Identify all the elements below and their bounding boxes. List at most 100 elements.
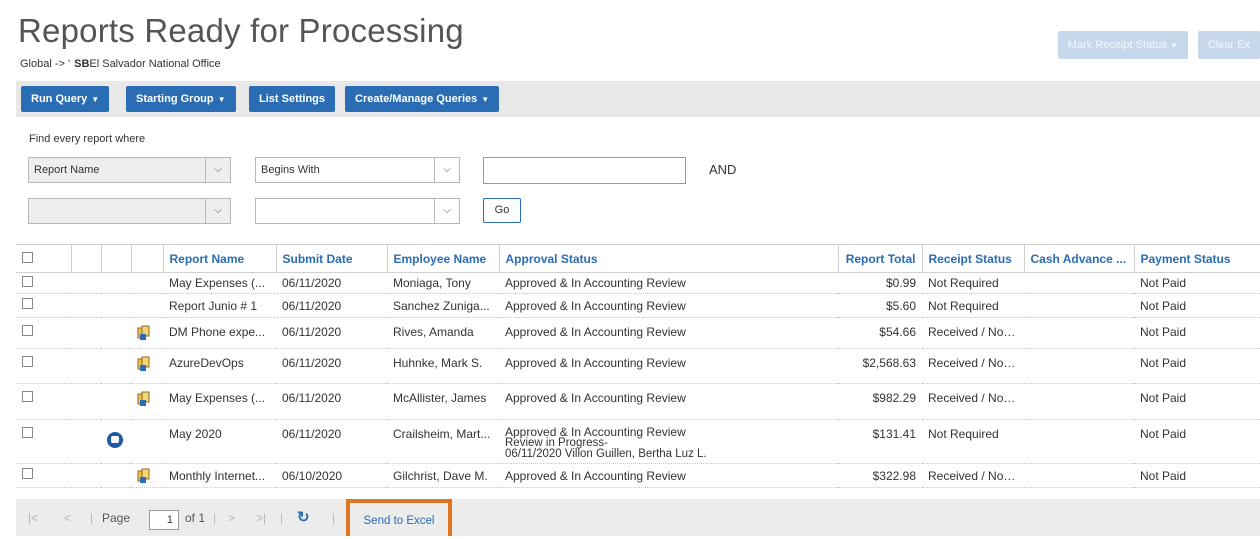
create-manage-queries-button[interactable]: Create/Manage Queries ▼ [345, 86, 500, 112]
total-cell: $982.29 [838, 383, 922, 420]
employee-cell: Huhnke, Mark S. [387, 348, 499, 384]
field-select-2[interactable]: ⌵ [28, 198, 231, 224]
icon-cell [71, 419, 101, 464]
icon-cell [71, 348, 101, 384]
icon-column-header [130, 244, 163, 273]
table-row[interactable]: May Expenses (... 06/11/2020 McAllister,… [16, 383, 1260, 420]
breadcrumb-office[interactable]: El Salvador National Office [89, 58, 220, 70]
caret-down-icon: ▼ [1169, 41, 1178, 50]
receipt-icon[interactable] [137, 356, 150, 371]
report-name-cell[interactable]: Monthly Internet... [163, 463, 276, 488]
icon-cell [71, 272, 101, 294]
cash-advance-cell [1024, 272, 1134, 294]
table-row[interactable]: May Expenses (... 06/11/2020 Moniaga, To… [16, 272, 1260, 294]
report-name-cell[interactable]: May Expenses (... [163, 272, 276, 294]
row-checkbox[interactable] [22, 391, 33, 402]
row-select-cell [16, 348, 71, 384]
total-cell: $2,568.63 [838, 348, 922, 384]
report-name-cell[interactable]: DM Phone expe... [163, 317, 276, 349]
submit-date-cell: 06/11/2020 [276, 272, 387, 294]
run-query-button[interactable]: Run Query ▼ [21, 86, 110, 112]
receipt-cell: Received / Not ... [922, 317, 1024, 349]
payment-cell: Not Paid [1134, 463, 1260, 488]
report-name-cell[interactable]: May 2020 [163, 419, 276, 464]
first-page-icon[interactable]: |< [28, 511, 38, 525]
submit-date-cell: 06/11/2020 [276, 317, 387, 349]
icon-cell [101, 348, 131, 384]
icon-cell [101, 383, 131, 420]
separator: | [332, 511, 336, 525]
col-submit-date[interactable]: Submit Date [275, 244, 387, 273]
row-checkbox[interactable] [22, 356, 33, 367]
next-page-icon[interactable]: > [228, 511, 235, 525]
list-settings-button[interactable]: List Settings [249, 86, 336, 112]
row-select-cell [16, 383, 71, 420]
chevron-down-icon: ⌵ [205, 199, 230, 223]
page-count-label: of 1 [185, 511, 206, 525]
page-title: Reports Ready for Processing [18, 12, 464, 49]
table-row[interactable]: AzureDevOps 06/11/2020 Huhnke, Mark S. A… [16, 348, 1260, 384]
row-checkbox[interactable] [22, 468, 33, 479]
grid-header-row: Report Name Submit Date Employee Name Ap… [16, 244, 1260, 273]
send-to-excel-button[interactable]: Send to Excel [346, 499, 452, 536]
page-label: Page [102, 511, 131, 525]
starting-group-button[interactable]: Starting Group ▼ [126, 86, 236, 112]
receipt-icon[interactable] [137, 325, 150, 340]
col-employee-name[interactable]: Employee Name [386, 244, 499, 273]
col-receipt-status[interactable]: Receipt Status [921, 244, 1024, 273]
operator-select-2[interactable]: ⌵ [255, 198, 460, 224]
pager-bar: |< < | Page 1 of 1 | > >| | ↻ | Send to … [16, 499, 1260, 536]
receipt-cell: Received / Not ... [922, 383, 1024, 420]
go-button[interactable]: Go [483, 198, 521, 223]
field-select-1-value: Report Name [34, 164, 100, 176]
row-checkbox[interactable] [22, 427, 33, 438]
table-row[interactable]: May 2020 06/11/2020 Crailsheim, Mart... … [16, 419, 1260, 464]
prev-page-icon[interactable]: < [64, 511, 71, 525]
clear-exceptions-button[interactable]: Clear Ex [1197, 31, 1260, 59]
employee-cell: Crailsheim, Mart... [387, 419, 499, 464]
table-row[interactable]: Report Junio # 1 06/11/2020 Sanchez Zuni… [16, 293, 1260, 318]
table-row[interactable]: Monthly Internet... 06/10/2020 Gilchrist… [16, 463, 1260, 488]
field-select-1[interactable]: Report Name ⌵ [28, 157, 231, 183]
payment-cell: Not Paid [1134, 383, 1260, 420]
receipt-icon[interactable] [137, 391, 150, 406]
row-checkbox[interactable] [22, 276, 33, 287]
row-checkbox[interactable] [22, 325, 33, 336]
payment-cell: Not Paid [1134, 293, 1260, 318]
receipt-cell: Not Required [922, 272, 1024, 294]
approval-cell: Approved & In Accounting Review [499, 348, 838, 384]
mark-receipt-status-button[interactable]: Mark Receipt Status ▼ [1057, 31, 1188, 59]
row-select-cell [16, 419, 71, 464]
col-approval-status[interactable]: Approval Status [498, 244, 838, 273]
page-number-input[interactable]: 1 [149, 510, 179, 530]
report-name-cell[interactable]: AzureDevOps [163, 348, 276, 384]
table-row[interactable]: DM Phone expe... 06/11/2020 Rives, Amand… [16, 317, 1260, 349]
receipt-icon[interactable] [137, 468, 150, 483]
icon-cell [131, 348, 163, 384]
report-name-cell[interactable]: May Expenses (... [163, 383, 276, 420]
col-payment-status[interactable]: Payment Status [1133, 244, 1260, 273]
operator-select-1[interactable]: Begins With ⌵ [255, 157, 460, 183]
submit-date-cell: 06/10/2020 [276, 463, 387, 488]
col-cash-advance[interactable]: Cash Advance ... [1023, 244, 1134, 273]
icon-cell [71, 463, 101, 488]
col-report-total[interactable]: Report Total [837, 244, 922, 273]
col-report-name[interactable]: Report Name [162, 244, 276, 273]
comment-icon[interactable] [107, 432, 123, 448]
row-checkbox[interactable] [22, 298, 33, 309]
report-name-cell[interactable]: Report Junio # 1 [163, 293, 276, 318]
approval-cell: Approved & In Accounting Review [499, 293, 838, 318]
operator-select-1-value: Begins With [261, 164, 320, 176]
last-page-icon[interactable]: >| [256, 511, 266, 525]
separator: | [90, 511, 94, 525]
employee-cell: Rives, Amanda [387, 317, 499, 349]
select-all-checkbox[interactable] [22, 251, 33, 263]
icon-cell [131, 317, 163, 349]
approval-cell: Approved & In Accounting Review [499, 317, 838, 349]
refresh-icon[interactable]: ↻ [297, 508, 310, 526]
query-value-input[interactable] [483, 157, 686, 184]
row-select-cell [16, 293, 71, 318]
icon-cell [131, 419, 163, 464]
icon-cell [71, 383, 101, 420]
employee-cell: Gilchrist, Dave M. [387, 463, 499, 488]
